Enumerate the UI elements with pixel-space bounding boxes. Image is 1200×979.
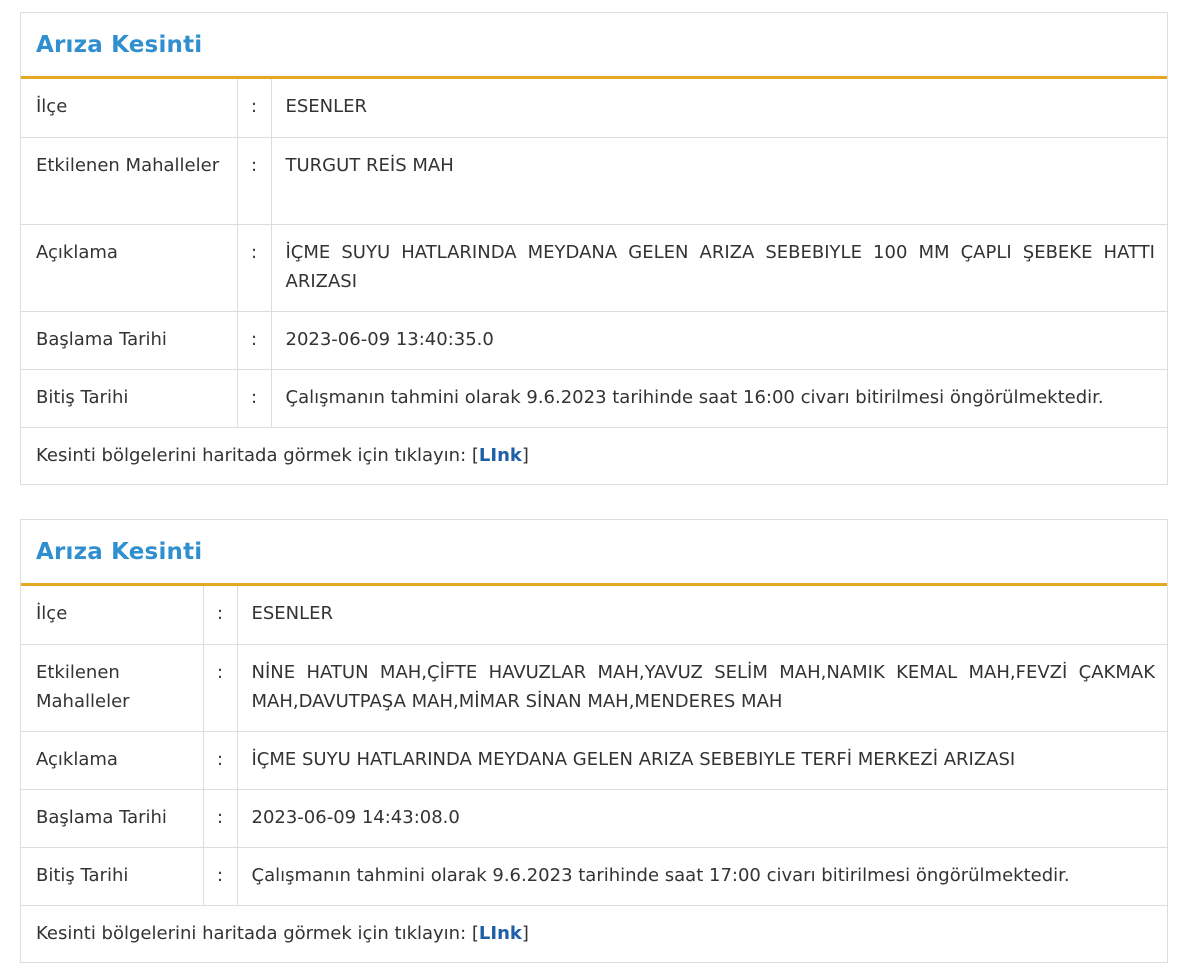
row-separator: : <box>203 731 238 790</box>
row-separator: : <box>203 586 238 645</box>
row-separator: : <box>203 789 238 848</box>
row-label: Açıklama <box>21 224 238 312</box>
row-separator: : <box>237 224 272 312</box>
footer-text: Kesinti bölgelerini haritada görmek için… <box>36 444 472 466</box>
row-label: Bitiş Tarihi <box>21 369 238 428</box>
row-value: ESENLER <box>271 79 1167 138</box>
row-value: ESENLER <box>237 586 1167 645</box>
row-label: Başlama Tarihi <box>21 311 238 370</box>
link-bracket-open: [ <box>471 922 479 944</box>
row-label: İlçe <box>21 79 238 138</box>
row-separator: : <box>203 644 238 732</box>
map-link[interactable]: LInk <box>479 445 522 466</box>
row-value: Çalışmanın tahmini olarak 9.6.2023 tarih… <box>237 847 1167 906</box>
map-link[interactable]: LInk <box>479 923 522 944</box>
table-row-description: Açıklama : İÇME SUYU HATLARINDA MEYDANA … <box>21 731 1167 790</box>
row-value: TURGUT REİS MAH <box>271 137 1167 225</box>
row-value: Çalışmanın tahmini olarak 9.6.2023 tarih… <box>271 369 1167 428</box>
card-header: Arıza Kesinti <box>21 520 1167 586</box>
outage-details-table: İlçe : ESENLER Etkilenen Mahalleler : TU… <box>21 79 1167 428</box>
table-row-affected-neighborhoods: Etkilenen Mahalleler : TURGUT REİS MAH <box>21 137 1167 225</box>
row-value: İÇME SUYU HATLARINDA MEYDANA GELEN ARIZA… <box>271 224 1167 312</box>
card-header: Arıza Kesinti <box>21 13 1167 79</box>
row-value: 2023-06-09 13:40:35.0 <box>271 311 1167 370</box>
link-bracket-close: ] <box>521 444 529 466</box>
row-value: NİNE HATUN MAH,ÇİFTE HAVUZLAR MAH,YAVUZ … <box>237 644 1167 732</box>
link-bracket-open: [ <box>471 444 479 466</box>
table-row-end-date: Bitiş Tarihi : Çalışmanın tahmini olarak… <box>21 369 1167 428</box>
card-title: Arıza Kesinti <box>36 538 203 565</box>
row-separator: : <box>237 369 272 428</box>
table-row-district: İlçe : ESENLER <box>21 79 1167 138</box>
outage-details-table: İlçe : ESENLER Etkilenen Mahalleler : Nİ… <box>21 586 1167 906</box>
table-row-end-date: Bitiş Tarihi : Çalışmanın tahmini olarak… <box>21 847 1167 906</box>
outage-card-2: Arıza Kesinti İlçe : ESENLER Etkilenen M… <box>20 519 1168 963</box>
row-label: Açıklama <box>21 731 204 790</box>
row-label: Etkilenen Mahalleler <box>21 644 204 732</box>
row-label: Etkilenen Mahalleler <box>21 137 238 225</box>
row-separator: : <box>237 311 272 370</box>
map-link-footer: Kesinti bölgelerini haritada görmek için… <box>21 906 1167 962</box>
row-separator: : <box>237 79 272 138</box>
table-row-start-date: Başlama Tarihi : 2023-06-09 14:43:08.0 <box>21 789 1167 848</box>
row-label: Başlama Tarihi <box>21 789 204 848</box>
map-link-footer: Kesinti bölgelerini haritada görmek için… <box>21 428 1167 484</box>
outage-card-1: Arıza Kesinti İlçe : ESENLER Etkilenen M… <box>20 12 1168 485</box>
row-value: 2023-06-09 14:43:08.0 <box>237 789 1167 848</box>
row-label: İlçe <box>21 586 204 645</box>
table-row-description: Açıklama : İÇME SUYU HATLARINDA MEYDANA … <box>21 224 1167 312</box>
table-row-district: İlçe : ESENLER <box>21 586 1167 645</box>
row-separator: : <box>237 137 272 225</box>
table-row-affected-neighborhoods: Etkilenen Mahalleler : NİNE HATUN MAH,Çİ… <box>21 644 1167 732</box>
row-value: İÇME SUYU HATLARINDA MEYDANA GELEN ARIZA… <box>237 731 1167 790</box>
row-separator: : <box>203 847 238 906</box>
row-label: Bitiş Tarihi <box>21 847 204 906</box>
link-bracket-close: ] <box>521 922 529 944</box>
footer-text: Kesinti bölgelerini haritada görmek için… <box>36 922 472 944</box>
table-row-start-date: Başlama Tarihi : 2023-06-09 13:40:35.0 <box>21 311 1167 370</box>
card-title: Arıza Kesinti <box>36 31 203 58</box>
